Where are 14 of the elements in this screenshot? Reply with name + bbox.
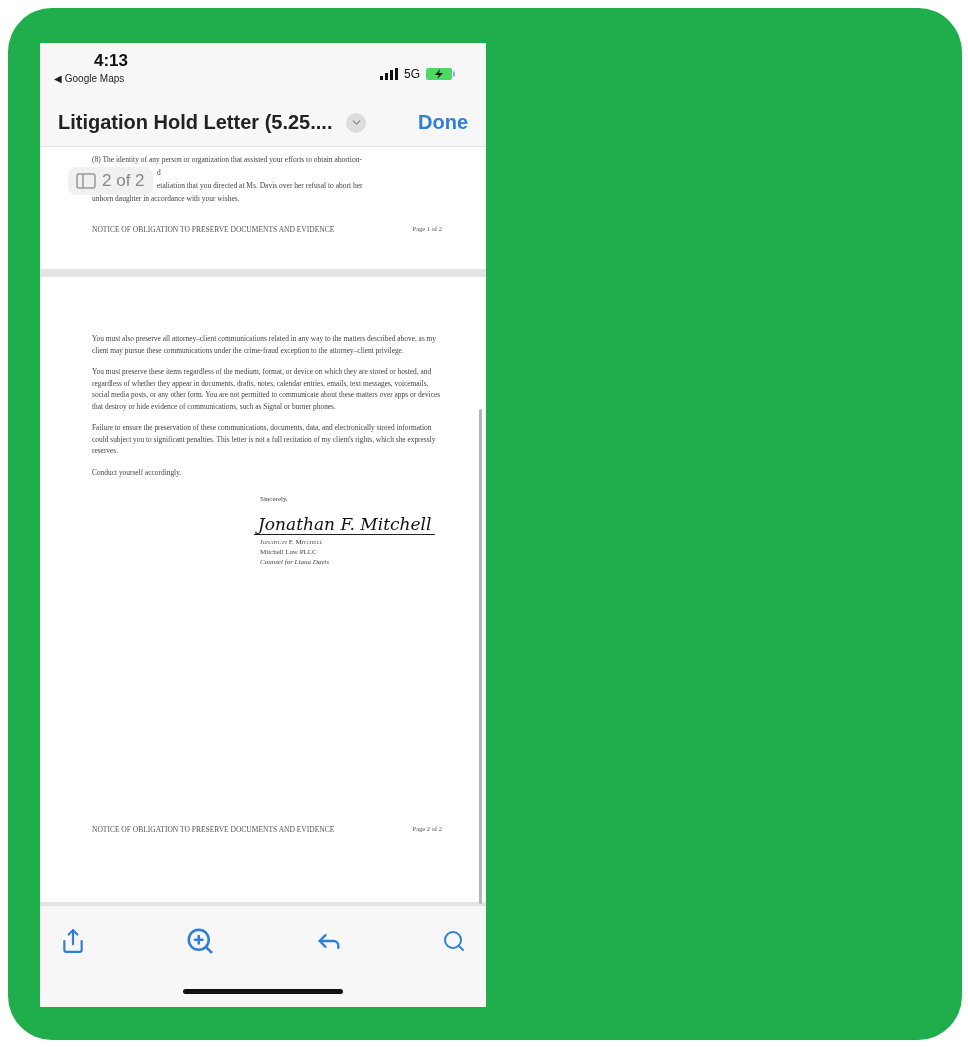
document-title: Litigation Hold Letter (5.25.... — [58, 111, 333, 134]
page-count: 2 of 2 — [102, 171, 145, 191]
scrollbar[interactable] — [479, 409, 482, 904]
handwritten-signature: Jonathan F. Mitchell — [254, 514, 436, 535]
done-button[interactable]: Done — [418, 111, 468, 134]
chevron-down-icon[interactable] — [346, 112, 367, 133]
battery-charging-icon — [426, 67, 456, 81]
signal-icon — [380, 68, 398, 80]
share-icon[interactable] — [60, 927, 86, 954]
network-label: 5G — [404, 67, 420, 81]
status-time: 4:13 — [94, 51, 129, 71]
back-to-app-link[interactable]: ◀ Google Maps — [54, 73, 125, 84]
search-icon[interactable] — [442, 928, 466, 953]
sidebar-icon — [76, 173, 96, 189]
